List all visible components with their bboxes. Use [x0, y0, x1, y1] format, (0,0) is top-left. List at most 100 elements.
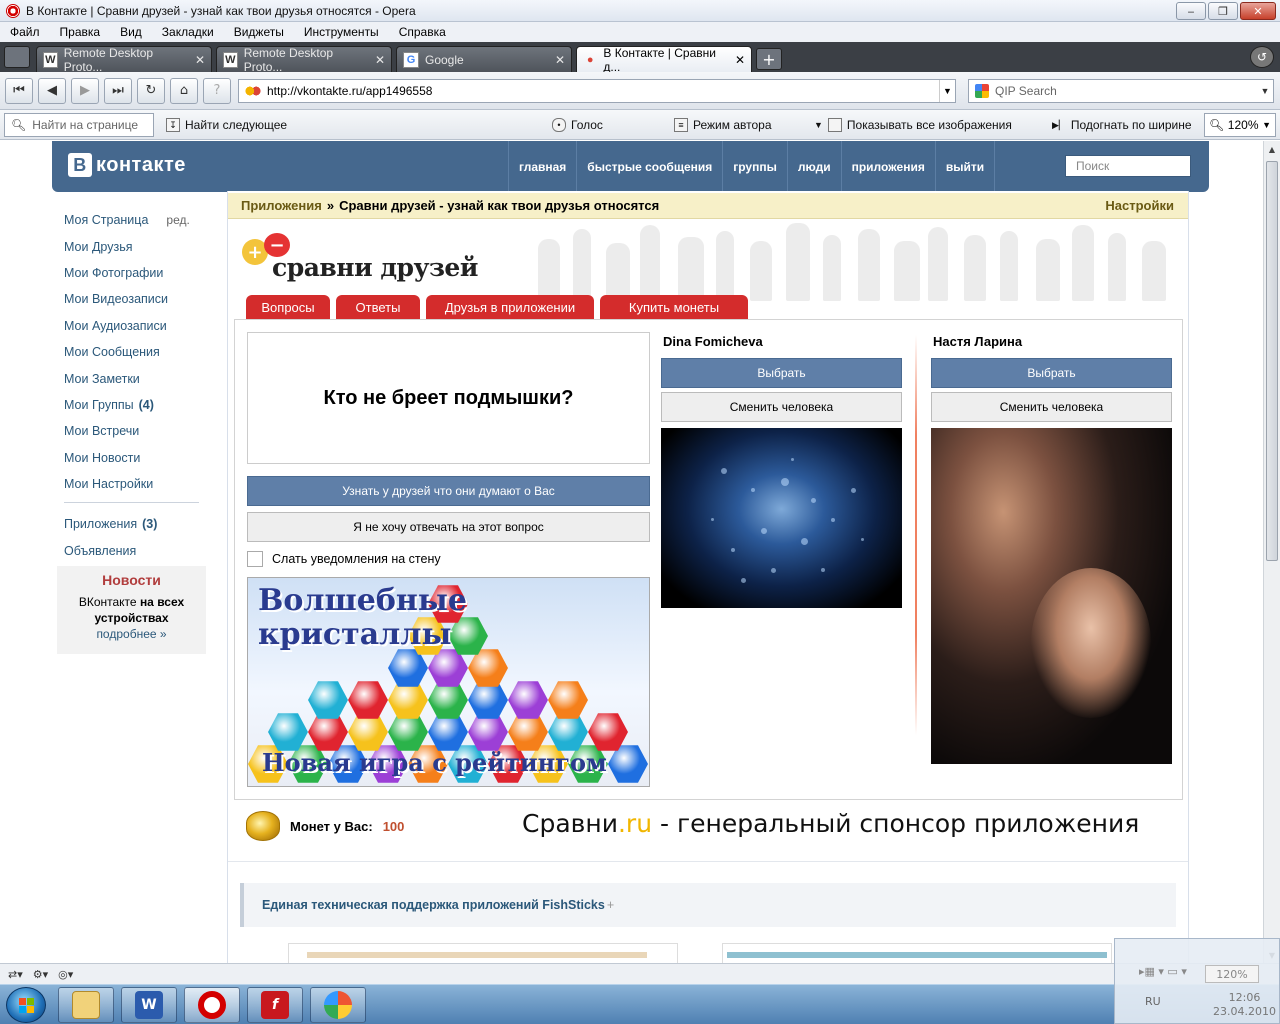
- start-button[interactable]: [6, 987, 46, 1023]
- person1-choose-button[interactable]: Выбрать: [661, 358, 902, 388]
- author-mode-button[interactable]: ≡ Режим автора: [674, 118, 772, 132]
- back-icon[interactable]: ◀: [38, 77, 66, 104]
- sidebar-item-ads[interactable]: Объявления: [64, 538, 214, 564]
- tab-friends-in-app[interactable]: Друзья в приложении: [426, 295, 594, 319]
- scroll-up-icon[interactable]: ▲: [1264, 141, 1280, 157]
- chevron-down-icon[interactable]: ▼: [1257, 80, 1273, 102]
- home-icon[interactable]: ⌂: [170, 77, 198, 104]
- search-field[interactable]: QIP Search ▼: [968, 79, 1274, 103]
- sidebar-item-messages[interactable]: Мои Сообщения: [64, 339, 214, 365]
- close-tab-icon[interactable]: ✕: [555, 53, 565, 67]
- vk-search-input[interactable]: Поиск: [1065, 155, 1191, 177]
- support-group-link[interactable]: Единая техническая поддержка приложений …: [240, 883, 1176, 927]
- tab-remote-desktop-1[interactable]: W Remote Desktop Proto... ✕: [36, 46, 212, 74]
- sidebar-item-applications[interactable]: Приложения (3): [64, 511, 214, 537]
- network-icon[interactable]: ⚙▾: [33, 968, 48, 981]
- game-banner[interactable]: Волшебные кристаллы Новая игра с рейтинг…: [247, 577, 650, 787]
- scrollbar-thumb[interactable]: [1266, 161, 1278, 561]
- sidebar-item-audio[interactable]: Мои Аудиозаписи: [64, 313, 214, 339]
- skip-question-button[interactable]: Я не хочу отвечать на этот вопрос: [247, 512, 650, 542]
- ask-friends-button[interactable]: Узнать у друзей что они думают о Вас: [247, 476, 650, 506]
- menu-help[interactable]: Справка: [389, 25, 456, 39]
- tab-google[interactable]: G Google ✕: [396, 46, 572, 72]
- tab-buy-coins[interactable]: Купить монеты: [600, 295, 748, 319]
- reload-icon[interactable]: ↻: [137, 77, 165, 104]
- closed-tabs-icon[interactable]: ↺: [1250, 46, 1274, 68]
- find-in-page-input[interactable]: 🔍︎ Найти на странице: [4, 113, 154, 137]
- notify-wall-option[interactable]: Слать уведомления на стену: [247, 551, 441, 567]
- nav-quick-messages[interactable]: быстрые сообщения: [576, 141, 722, 192]
- menu-bookmarks[interactable]: Закладки: [152, 25, 224, 39]
- tab-vkontakte[interactable]: ● В Контакте | Сравни д... ✕: [576, 46, 752, 74]
- sidebar-item-events[interactable]: Мои Встречи: [64, 418, 214, 444]
- maximize-button[interactable]: ❐: [1208, 2, 1238, 20]
- sidebar-item-news[interactable]: Мои Новости: [64, 445, 214, 471]
- clock[interactable]: 12:06 23.04.2010: [1213, 991, 1276, 1019]
- sidebar-item-settings[interactable]: Мои Настройки: [64, 471, 214, 497]
- rewind-icon[interactable]: ⏮: [5, 77, 33, 104]
- app-settings-link[interactable]: Настройки: [1105, 198, 1174, 213]
- menu-file[interactable]: Файл: [0, 25, 50, 39]
- person1-change-button[interactable]: Сменить человека: [661, 392, 902, 422]
- close-tab-icon[interactable]: ✕: [735, 53, 745, 67]
- taskbar-paint[interactable]: [310, 987, 366, 1023]
- taskbar-explorer[interactable]: [58, 987, 114, 1023]
- person1-photo[interactable]: [661, 428, 902, 608]
- person2-photo[interactable]: [931, 428, 1172, 764]
- fast-forward-icon[interactable]: ⏭: [104, 77, 132, 104]
- address-url[interactable]: http://vkontakte.ru/app1496558: [267, 84, 432, 98]
- sidebar-item-videos[interactable]: Мои Видеозаписи: [64, 286, 214, 312]
- language-indicator[interactable]: RU: [1145, 995, 1161, 1008]
- breadcrumb-applications-link[interactable]: Приложения: [241, 198, 322, 213]
- page-icons[interactable]: ▸▦ ▾ ▭ ▾: [1139, 965, 1187, 978]
- sidebar-item-photos[interactable]: Мои Фотографии: [64, 260, 214, 286]
- voice-button[interactable]: • Голос: [552, 118, 603, 132]
- show-images-button[interactable]: ▼ Показывать все изображения: [814, 118, 1012, 132]
- tab-questions[interactable]: Вопросы: [246, 295, 330, 319]
- nav-groups[interactable]: группы: [722, 141, 787, 192]
- person2-change-button[interactable]: Сменить человека: [931, 392, 1172, 422]
- sidebar-item-notes[interactable]: Мои Заметки: [64, 365, 214, 391]
- search-engine-icon[interactable]: [975, 84, 989, 98]
- notify-wall-checkbox[interactable]: [247, 551, 263, 567]
- transfer-icon[interactable]: ⇄▾: [8, 968, 23, 981]
- tray-zoom[interactable]: 120%: [1205, 965, 1259, 983]
- tab-answers[interactable]: Ответы: [336, 295, 420, 319]
- vk-logo[interactable]: В контакте: [68, 153, 186, 177]
- tab-remote-desktop-2[interactable]: W Remote Desktop Proto... ✕: [216, 46, 392, 74]
- support-label[interactable]: Единая техническая поддержка приложений …: [262, 898, 605, 912]
- minimize-button[interactable]: ‒: [1176, 2, 1206, 20]
- close-tab-icon[interactable]: ✕: [195, 53, 205, 67]
- taskbar-opera[interactable]: [184, 987, 240, 1023]
- nav-home[interactable]: главная: [508, 141, 576, 192]
- address-bar[interactable]: http://vkontakte.ru/app1496558 ▼: [238, 79, 956, 103]
- chevron-down-icon[interactable]: ▼: [939, 80, 955, 102]
- nav-applications[interactable]: приложения: [840, 141, 935, 192]
- nav-logout[interactable]: выйти: [934, 141, 996, 192]
- search-placeholder[interactable]: QIP Search: [995, 84, 1057, 98]
- menu-edit[interactable]: Правка: [50, 25, 111, 39]
- nav-people[interactable]: люди: [786, 141, 841, 192]
- person2-choose-button[interactable]: Выбрать: [931, 358, 1172, 388]
- sidebar-item-groups[interactable]: Мои Группы (4): [64, 392, 214, 418]
- turbo-icon[interactable]: ◎▾: [58, 968, 73, 981]
- sidebar-item-label[interactable]: Приложения: [64, 517, 137, 531]
- panel-toggle-button[interactable]: [4, 46, 30, 68]
- add-icon[interactable]: +: [607, 898, 614, 912]
- new-tab-button[interactable]: +: [756, 48, 782, 70]
- sponsor-banner[interactable]: Сравни.ru - генеральный спонсор приложен…: [522, 809, 1139, 838]
- sidebar-item-my-page[interactable]: Моя Страница ред.: [64, 207, 214, 233]
- zoom-select[interactable]: 🔍︎ 120% ▼: [1204, 113, 1276, 137]
- sidebar-item-label[interactable]: Моя Страница: [64, 213, 148, 227]
- sidebar-item-label[interactable]: Мои Группы: [64, 398, 134, 412]
- close-tab-icon[interactable]: ✕: [375, 53, 385, 67]
- find-next-button[interactable]: ↧ Найти следующее: [166, 118, 287, 132]
- fit-width-button[interactable]: ▶▏ Подогнать по ширине: [1052, 118, 1192, 132]
- edit-link[interactable]: ред.: [166, 213, 189, 227]
- menu-widgets[interactable]: Виджеты: [224, 25, 294, 39]
- sidebar-item-friends[interactable]: Мои Друзья: [64, 233, 214, 259]
- security-icon[interactable]: ?: [203, 77, 231, 104]
- forward-icon[interactable]: ▶: [71, 77, 99, 104]
- menu-tools[interactable]: Инструменты: [294, 25, 389, 39]
- taskbar-word[interactable]: W: [121, 987, 177, 1023]
